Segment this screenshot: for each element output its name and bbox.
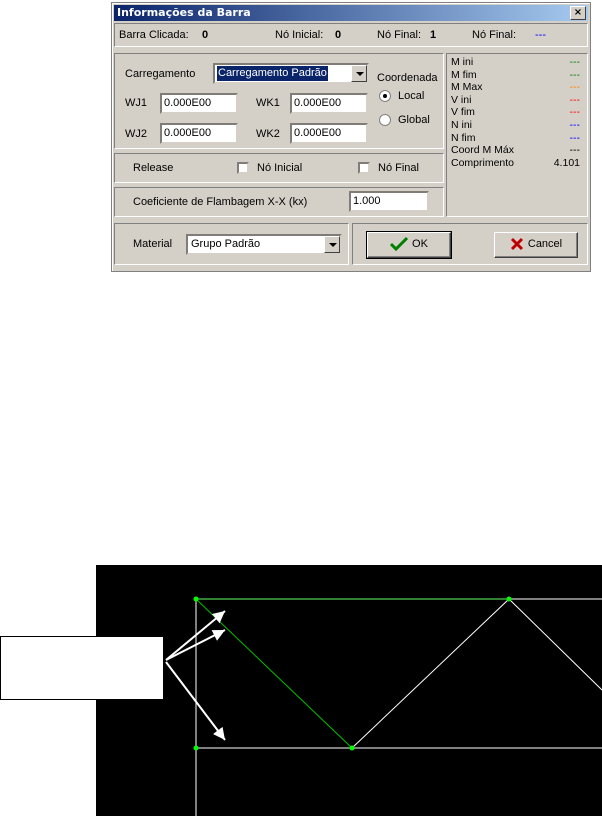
result-label: N ini — [451, 119, 473, 131]
node-1 — [193, 596, 199, 602]
result-value: 4.101 — [553, 156, 580, 169]
no-inicial-value: 0 — [335, 29, 342, 41]
wk2-label: WK2 — [256, 128, 280, 140]
barra-clicada-label: Barra Clicada: — [119, 29, 189, 41]
result-label: V ini — [451, 93, 472, 106]
cancel-button-label: Cancel — [527, 238, 563, 250]
carregamento-group: Carregamento Carregamento Padrão WJ1 0.0… — [114, 53, 444, 149]
coordenada-label: Coordenada — [377, 72, 438, 84]
result-label: N fim — [451, 131, 476, 144]
info-row: Barra Clicada: 0 Nó Inicial: 0 Nó Final:… — [114, 23, 588, 47]
flambagem-label: Coeficiente de Flambagem X-X (kx) — [133, 196, 308, 208]
close-icon[interactable]: × — [570, 6, 586, 20]
result-label: M fim — [451, 68, 477, 81]
carregamento-select[interactable]: Carregamento Padrão — [213, 63, 369, 84]
release-label: Release — [133, 162, 174, 174]
barra-clicada-value: 0 — [202, 29, 209, 41]
chevron-down-icon[interactable] — [324, 236, 340, 253]
result-row: M fim --- — [447, 69, 583, 81]
result-value: --- — [569, 81, 581, 94]
wk1-input[interactable]: 0.000E00 — [290, 93, 368, 114]
results-panel: M ini --- M fim --- M Max --- V ini --- V fim ---… — [446, 53, 588, 217]
bar-info-dialog: Informações da Barra × Barra Clicada: 0 … — [111, 2, 591, 272]
wk1-label: WK1 — [256, 97, 280, 109]
material-select[interactable]: Grupo Padrão — [186, 234, 342, 255]
result-label: M ini — [451, 56, 474, 68]
node-2 — [506, 596, 512, 602]
result-label: Coord M Máx — [451, 144, 515, 157]
check-icon — [389, 237, 409, 252]
no-final2-value: --- — [535, 29, 546, 41]
result-value: --- — [569, 119, 581, 131]
carregamento-label: Carregamento — [125, 68, 196, 80]
no-final2-label: Nó Final: — [472, 29, 517, 41]
material-label: Material — [133, 238, 173, 250]
wj1-label: WJ1 — [125, 97, 147, 109]
result-row: V ini --- — [447, 94, 583, 106]
result-row: M ini --- — [447, 56, 583, 68]
carregamento-selected: Carregamento Padrão — [217, 66, 328, 81]
result-value: --- — [569, 56, 581, 68]
structure-canvas[interactable] — [96, 565, 602, 816]
result-label: V fim — [451, 106, 475, 119]
buttons-area: OK Cancel — [352, 223, 588, 265]
release-group: Release Nó Inicial Nó Final — [114, 153, 444, 183]
chevron-down-icon[interactable] — [351, 65, 367, 82]
result-label: Comprimento — [451, 156, 515, 169]
result-value: --- — [569, 131, 581, 144]
truss-drawing — [193, 596, 602, 816]
diagonal-3 — [508, 598, 602, 691]
selected-diagonal — [195, 598, 353, 749]
node-4 — [349, 745, 355, 751]
cross-icon — [510, 238, 523, 251]
ok-button[interactable]: OK — [366, 231, 452, 259]
node-3 — [193, 745, 199, 751]
result-row: Comprimento 4.101 — [447, 157, 583, 169]
material-selected: Grupo Padrão — [191, 238, 261, 250]
result-value: --- — [569, 68, 581, 81]
result-row: M Max --- — [447, 81, 583, 93]
material-group: Material Grupo Padrão — [114, 223, 349, 265]
result-row: N ini --- — [447, 119, 583, 131]
wj1-input[interactable]: 0.000E00 — [160, 93, 238, 114]
cancel-button[interactable]: Cancel — [494, 232, 578, 258]
flambagem-input[interactable]: 1.000 — [349, 191, 429, 212]
no-final-value: 1 — [430, 29, 437, 41]
no-final-label: Nó Final: — [377, 29, 422, 41]
coordenada-local-radio[interactable] — [379, 90, 391, 102]
diagonal-2 — [351, 598, 510, 749]
callout-box — [0, 636, 164, 700]
release-no-final-label[interactable]: Nó Final — [378, 162, 419, 174]
result-row: V fim --- — [447, 106, 583, 118]
result-row: N fim --- — [447, 132, 583, 144]
result-row: Coord M Máx --- — [447, 144, 583, 156]
wj2-input[interactable]: 0.000E00 — [160, 123, 238, 144]
coordenada-global-label[interactable]: Global — [398, 114, 430, 126]
no-inicial-label: Nó Inicial: — [275, 29, 324, 41]
release-no-final-checkbox[interactable] — [358, 162, 370, 174]
result-value: --- — [569, 93, 581, 106]
wj2-label: WJ2 — [125, 128, 147, 140]
dialog-title-bar[interactable]: Informações da Barra × — [114, 5, 588, 21]
result-value: --- — [569, 106, 581, 119]
flambagem-group: Coeficiente de Flambagem X-X (kx) 1.000 — [114, 187, 444, 217]
release-no-inicial-label[interactable]: Nó Inicial — [257, 162, 302, 174]
coordenada-local-label[interactable]: Local — [398, 90, 424, 102]
coordenada-global-radio[interactable] — [379, 114, 391, 126]
result-label: M Max — [451, 81, 483, 94]
release-no-inicial-checkbox[interactable] — [237, 162, 249, 174]
ok-button-label: OK — [412, 238, 428, 250]
dialog-title: Informações da Barra — [117, 6, 251, 19]
result-value: --- — [569, 144, 581, 157]
wk2-input[interactable]: 0.000E00 — [290, 123, 368, 144]
